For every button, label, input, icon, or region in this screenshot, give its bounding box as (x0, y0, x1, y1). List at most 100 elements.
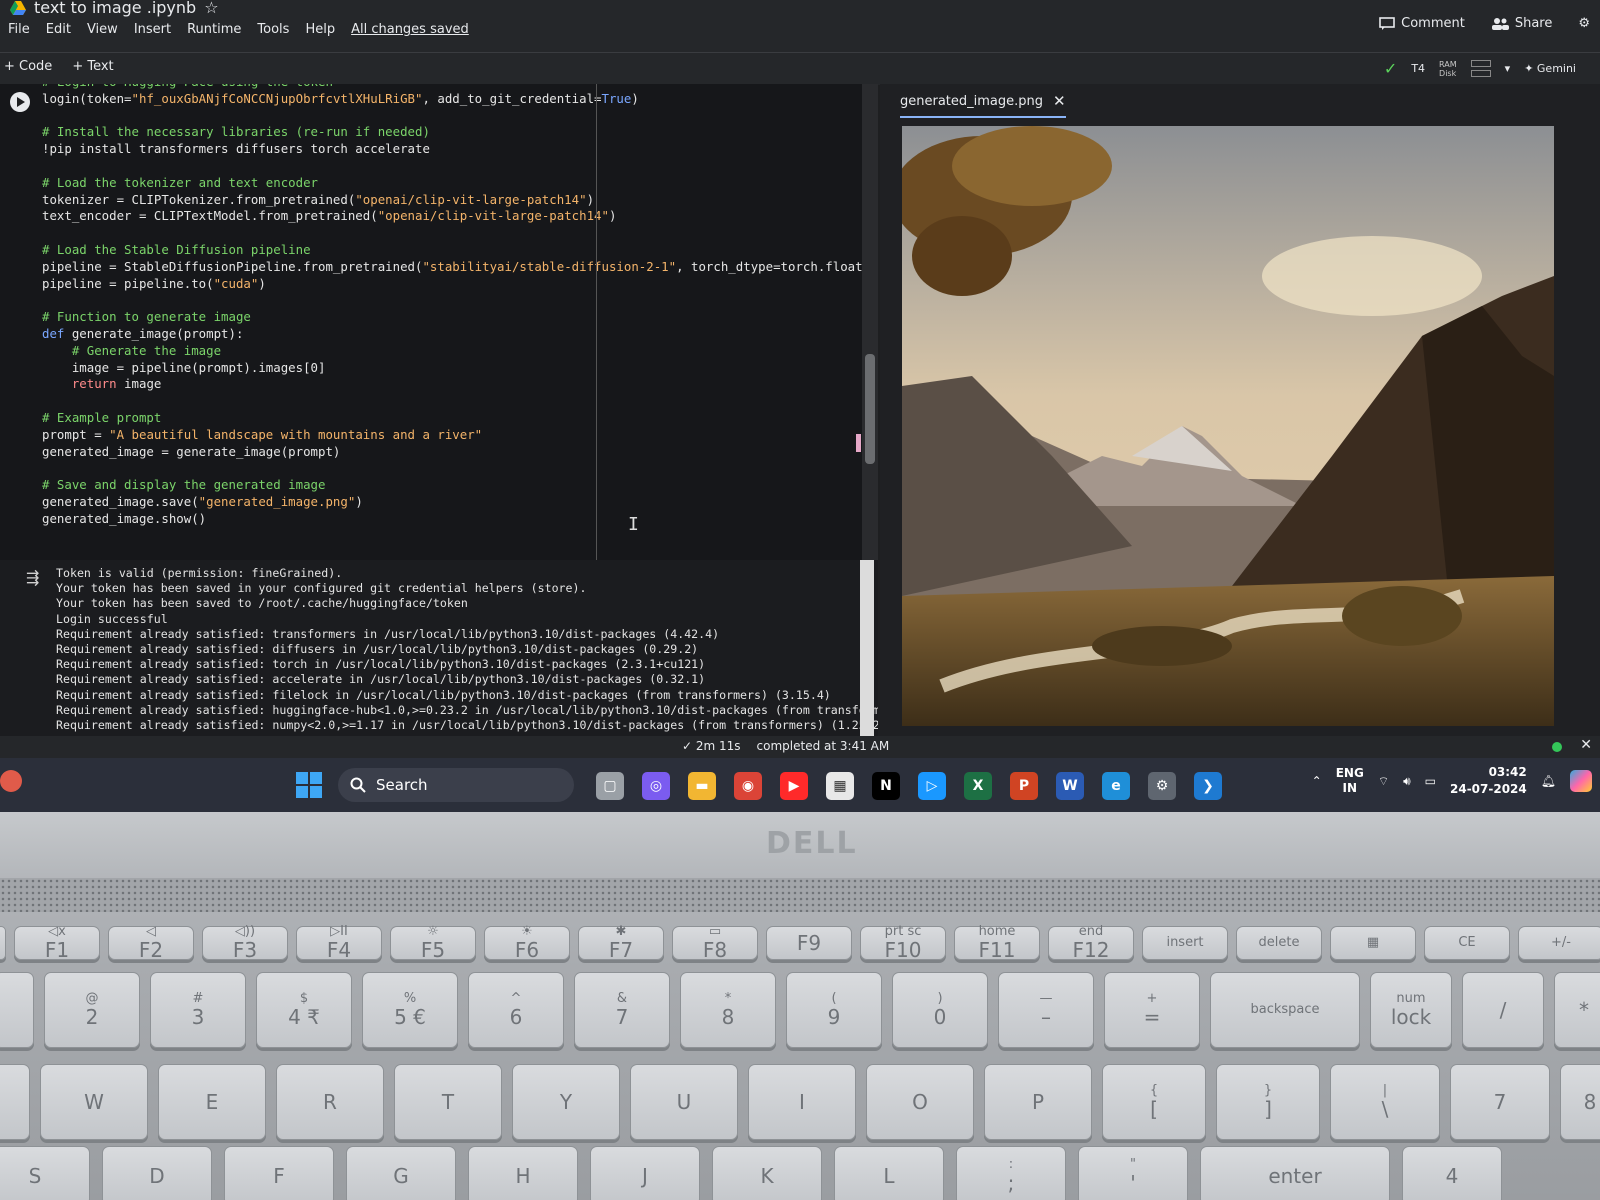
lang-bottom: IN (1342, 781, 1358, 795)
runtime-type[interactable]: T4 (1411, 62, 1425, 75)
code-line[interactable]: prompt = "A beautiful landscape with mou… (42, 427, 878, 444)
output-scrollbar[interactable] (860, 560, 874, 736)
code-line[interactable]: # Load the tokenizer and text encoder (42, 175, 878, 192)
key-bottom-legend: / (1499, 998, 1507, 1022)
code-line[interactable]: # Login to Hugging Face using the token (42, 84, 878, 91)
excel-icon[interactable]: X (964, 772, 992, 800)
key-bottom-legend: [ (1150, 1097, 1158, 1121)
close-icon[interactable]: ✕ (1580, 737, 1592, 753)
code-line[interactable]: generated_image.save("generated_image.pn… (42, 494, 878, 511)
scrollbar-thumb[interactable] (865, 354, 875, 464)
elapsed-time[interactable]: ✓ 2m 11s (682, 739, 741, 753)
key-bottom-legend: F7 (608, 938, 634, 962)
clock[interactable]: 03:42 24-07-2024 (1450, 764, 1527, 798)
notebook-name[interactable]: text to image .ipynb (34, 0, 196, 17)
weather-icon[interactable] (0, 770, 22, 792)
completion-time: completed at 3:41 AM (756, 739, 890, 753)
speaker-grille (0, 878, 1600, 912)
code-cell[interactable]: # Login to Hugging Face using the tokenl… (0, 84, 878, 560)
code-line[interactable] (42, 393, 878, 410)
windows-start-icon[interactable] (296, 772, 322, 798)
microsoft-store-icon[interactable]: ▦ (826, 772, 854, 800)
copilot-icon[interactable]: ◎ (642, 772, 670, 800)
code-line[interactable]: # Save and display the generated image (42, 477, 878, 494)
keyboard-key: J (590, 1146, 700, 1200)
prime-video-icon[interactable]: ▷ (918, 772, 946, 800)
taskbar-search-box[interactable]: Search (338, 768, 574, 802)
code-line[interactable]: return image (42, 376, 878, 393)
resource-meters[interactable] (1470, 60, 1491, 77)
editor-scrollbar[interactable] (862, 84, 878, 560)
code-line[interactable]: image = pipeline(prompt).images[0] (42, 360, 878, 377)
vscode-icon[interactable]: ❯ (1194, 772, 1222, 800)
file-explorer-icon[interactable]: ▬ (688, 772, 716, 800)
code-editor[interactable]: # Login to Hugging Face using the tokenl… (42, 84, 878, 528)
search-icon (350, 777, 366, 793)
menu-insert[interactable]: Insert (134, 22, 171, 37)
output-menu-icon[interactable]: ⇶ (26, 568, 39, 587)
copilot-tray-icon[interactable] (1570, 770, 1592, 792)
word-icon[interactable]: W (1056, 772, 1084, 800)
code-line[interactable]: generated_image.show() (42, 511, 878, 528)
save-status-link[interactable]: All changes saved (351, 22, 469, 37)
settings-icon[interactable]: ⚙ (1148, 772, 1176, 800)
menu-runtime[interactable]: Runtime (187, 22, 241, 37)
menu-help[interactable]: Help (305, 22, 335, 37)
code-line[interactable]: tokenizer = CLIPTokenizer.from_pretraine… (42, 192, 878, 209)
key-top-legend: +/- (1551, 935, 1571, 950)
battery-icon[interactable]: ▭ (1425, 774, 1436, 788)
code-line[interactable]: # Install the necessary libraries (re-ru… (42, 124, 878, 141)
key-bottom-legend: W (84, 1090, 104, 1114)
code-line[interactable]: def generate_image(prompt): (42, 326, 878, 343)
volume-icon[interactable]: 🔊︎ (1403, 774, 1411, 789)
code-line[interactable] (42, 292, 878, 309)
code-line[interactable]: generated_image = generate_image(prompt) (42, 444, 878, 461)
edge-icon[interactable]: e (1102, 772, 1130, 800)
keyboard-key: / (1462, 972, 1544, 1048)
powerpoint-icon[interactable]: P (1010, 772, 1038, 800)
menu-view[interactable]: View (87, 22, 118, 37)
code-line[interactable] (42, 225, 878, 242)
menu-tools[interactable]: Tools (257, 22, 289, 37)
keyboard-key: 4 (1402, 1146, 1502, 1200)
task-view-icon[interactable]: ▢ (596, 772, 624, 800)
tab-generated-image[interactable]: generated_image.png ✕ (900, 92, 1066, 118)
add-text-button[interactable]: + Text (72, 59, 113, 74)
code-line[interactable]: pipeline = pipeline.to("cuda") (42, 276, 878, 293)
code-line[interactable]: # Example prompt (42, 410, 878, 427)
output-line: Requirement already satisfied: accelerat… (56, 672, 706, 687)
run-cell-button[interactable] (10, 92, 30, 112)
gemini-button[interactable]: ✦ Gemini (1524, 62, 1576, 75)
code-line[interactable]: pipeline = StableDiffusionPipeline.from_… (42, 259, 878, 276)
settings-gear-icon[interactable]: ⚙ (1578, 16, 1590, 31)
key-top-legend: : (1008, 1157, 1014, 1172)
notification-bell-icon[interactable]: 🔔︎ (1541, 774, 1556, 788)
add-code-button[interactable]: + Code (4, 59, 52, 74)
menu-edit[interactable]: Edit (46, 22, 71, 37)
language-indicator[interactable]: ENG IN (1336, 766, 1364, 796)
code-line[interactable] (42, 108, 878, 125)
chevron-down-icon[interactable]: ▾ (1505, 62, 1511, 75)
code-line[interactable]: # Load the Stable Diffusion pipeline (42, 242, 878, 259)
code-line[interactable]: login(token="hf_ouxGbANjfCoNCCNjupObrfcv… (42, 91, 878, 108)
chrome-icon[interactable]: ◉ (734, 772, 762, 800)
close-icon[interactable]: ✕ (1053, 92, 1066, 110)
code-token: ) (586, 191, 595, 207)
code-token: generated_image.show() (42, 510, 207, 526)
code-line[interactable]: !pip install transformers diffusers torc… (42, 141, 878, 158)
wifi-icon[interactable]: ⌔ (1378, 774, 1389, 789)
star-icon[interactable]: ☆ (204, 0, 218, 17)
menu-file[interactable]: File (8, 22, 30, 37)
netflix-icon[interactable]: N (872, 772, 900, 800)
code-line[interactable]: # Function to generate image (42, 309, 878, 326)
youtube-icon[interactable]: ▶ (780, 772, 808, 800)
share-button[interactable]: Share (1491, 16, 1552, 31)
chevron-up-icon[interactable]: ⌃ (1312, 774, 1322, 788)
code-line[interactable]: # Generate the image (42, 343, 878, 360)
code-line[interactable] (42, 460, 878, 477)
code-line[interactable]: text_encoder = CLIPTextModel.from_pretra… (42, 208, 878, 225)
comment-button[interactable]: Comment (1379, 16, 1465, 31)
key-top-legend: | (1382, 1083, 1388, 1098)
code-line[interactable] (42, 158, 878, 175)
